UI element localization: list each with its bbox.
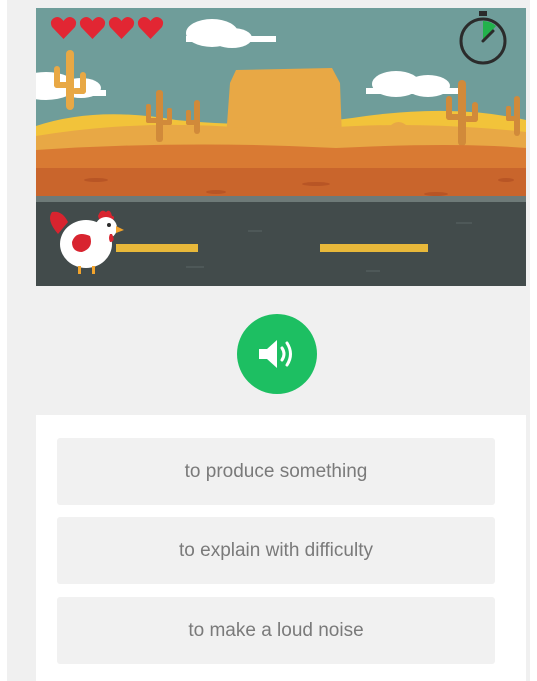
heart-icon — [108, 17, 135, 39]
speaker-icon — [259, 340, 292, 368]
lives-hearts — [50, 16, 164, 40]
heart-icon — [137, 17, 164, 39]
stopwatch-icon — [459, 11, 507, 65]
answer-options: to produce something to explain with dif… — [36, 415, 526, 681]
answer-option[interactable]: to make a loud noise — [57, 597, 495, 664]
play-audio-button[interactable] — [237, 314, 317, 394]
game-scene — [36, 8, 526, 286]
heart-icon — [50, 17, 77, 39]
answer-option[interactable]: to produce something — [57, 438, 495, 505]
chicken-player — [50, 210, 124, 274]
answer-option[interactable]: to explain with difficulty — [57, 517, 495, 584]
heart-icon — [79, 17, 106, 39]
game-screen: to produce something to explain with dif… — [7, 0, 530, 681]
